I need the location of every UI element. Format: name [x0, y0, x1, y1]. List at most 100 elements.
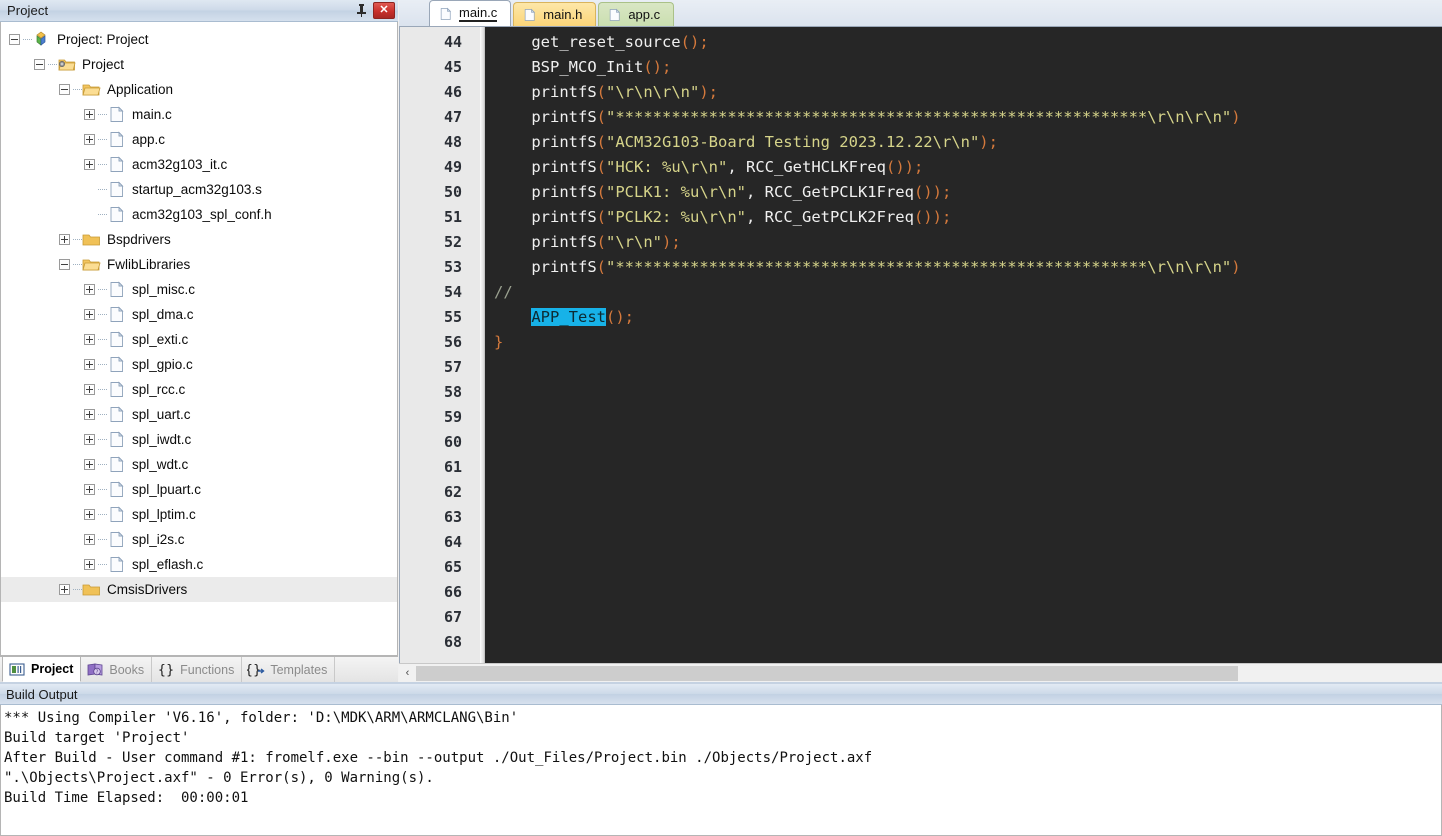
code-line[interactable] [485, 380, 1442, 405]
tree-item[interactable]: Project [1, 52, 397, 77]
tree-item[interactable]: Bspdrivers [1, 227, 397, 252]
collapse-icon[interactable] [59, 259, 70, 270]
code-line[interactable] [485, 405, 1442, 430]
code-line[interactable] [485, 480, 1442, 505]
scroll-left-arrow-icon[interactable]: ‹ [399, 665, 416, 682]
selected-token[interactable]: APP_Test [531, 308, 606, 326]
expand-icon[interactable] [84, 159, 95, 170]
code-view[interactable]: 44 45 46 47 48 49 50 51 52 53 54 55 56 57 58 59 60 61 62 63… [399, 27, 1442, 663]
tree-item[interactable]: app.c [1, 127, 397, 152]
c-file-icon [107, 306, 126, 323]
editor-tab-main-c[interactable]: main.c [429, 0, 512, 26]
expand-icon[interactable] [84, 509, 95, 520]
code-line[interactable]: printfS("\r\n"); [485, 230, 1442, 255]
expand-icon[interactable] [84, 309, 95, 320]
code-text[interactable]: get_reset_source(); BSP_MCO_Init(); prin… [485, 27, 1442, 663]
tree-item[interactable]: FwlibLibraries [1, 252, 397, 277]
expand-icon[interactable] [84, 534, 95, 545]
tree-item[interactable]: main.c [1, 102, 397, 127]
scrollbar-thumb[interactable] [416, 665, 1238, 681]
code-line[interactable]: printfS("\r\n\r\n"); [485, 80, 1442, 105]
scrollbar-track[interactable] [416, 664, 1442, 682]
expand-icon[interactable] [84, 359, 95, 370]
code-line[interactable]: printfS("HCK: %u\r\n", RCC_GetHCLKFreq()… [485, 155, 1442, 180]
tree-item[interactable]: spl_i2s.c [1, 527, 397, 552]
code-line[interactable]: printfS("*******************************… [485, 255, 1442, 280]
pin-icon[interactable] [351, 2, 371, 20]
code-line[interactable] [485, 605, 1442, 630]
ide-window: Project ✕ Project: Project Project Applica… [0, 0, 1442, 836]
editor-horizontal-scrollbar[interactable]: ‹ [399, 663, 1442, 682]
tree-item[interactable]: startup_acm32g103.s [1, 177, 397, 202]
code-line[interactable] [485, 630, 1442, 655]
collapse-icon[interactable] [59, 84, 70, 95]
editor-tab-app-c[interactable]: app.c [598, 2, 675, 26]
code-line[interactable]: APP_Test(); [485, 305, 1442, 330]
code-line[interactable]: get_reset_source(); [485, 30, 1442, 55]
editor-tab-main-h[interactable]: main.h [513, 2, 597, 26]
collapse-icon[interactable] [34, 59, 45, 70]
expand-icon[interactable] [59, 584, 70, 595]
tree-item[interactable]: acm32g103_it.c [1, 152, 397, 177]
expand-icon[interactable] [84, 109, 95, 120]
collapse-icon[interactable] [9, 34, 20, 45]
panel-tab-project[interactable]: Project [2, 656, 82, 682]
panel-tab-functions[interactable]: {} Functions [152, 657, 243, 682]
tree-item[interactable]: spl_wdt.c [1, 452, 397, 477]
build-output-body[interactable]: *** Using Compiler 'V6.16', folder: 'D:\… [0, 705, 1442, 836]
tree-item[interactable]: spl_misc.c [1, 277, 397, 302]
tree-item[interactable]: spl_uart.c [1, 402, 397, 427]
tree-item[interactable]: spl_gpio.c [1, 352, 397, 377]
expand-icon[interactable] [84, 134, 95, 145]
code-line[interactable] [485, 455, 1442, 480]
expand-icon[interactable] [59, 234, 70, 245]
code-token: () [643, 58, 662, 76]
tree-item[interactable]: spl_iwdt.c [1, 427, 397, 452]
code-line[interactable]: BSP_MCO_Init(); [485, 55, 1442, 80]
tree-connector [98, 489, 107, 490]
code-line[interactable]: printfS("PCLK2: %u\r\n", RCC_GetPCLK2Fre… [485, 205, 1442, 230]
expand-icon[interactable] [84, 484, 95, 495]
expand-icon[interactable] [84, 384, 95, 395]
expand-icon[interactable] [84, 434, 95, 445]
tree-item[interactable]: acm32g103_spl_conf.h [1, 202, 397, 227]
line-number: 61 [443, 458, 462, 476]
tree-item[interactable]: spl_eflash.c [1, 552, 397, 577]
code-line[interactable] [485, 530, 1442, 555]
expand-icon[interactable] [84, 409, 95, 420]
code-line[interactable]: // [485, 280, 1442, 305]
code-token: ; [624, 308, 634, 326]
panel-tab-templates[interactable]: {} Templates [242, 657, 336, 682]
expand-icon[interactable] [84, 459, 95, 470]
code-token: "***************************************… [606, 258, 1232, 276]
code-token: , [727, 158, 746, 176]
code-token: "\r\n\r\n" [606, 83, 700, 101]
tree-item[interactable]: CmsisDrivers [1, 577, 397, 602]
close-icon[interactable]: ✕ [373, 2, 395, 19]
code-token: ()); [885, 158, 924, 176]
code-line[interactable] [485, 505, 1442, 530]
tree-item[interactable]: spl_lpuart.c [1, 477, 397, 502]
code-line[interactable]: } [485, 330, 1442, 355]
tree-item[interactable]: spl_lptim.c [1, 502, 397, 527]
expand-icon[interactable] [84, 559, 95, 570]
code-line[interactable]: printfS("*******************************… [485, 105, 1442, 130]
code-line[interactable]: printfS("ACM32G103-Board Testing 2023.12… [485, 130, 1442, 155]
code-line[interactable] [485, 555, 1442, 580]
tree-item[interactable]: spl_exti.c [1, 327, 397, 352]
project-tree[interactable]: Project: Project Project Application main.c… [0, 22, 398, 656]
tree-item[interactable]: spl_rcc.c [1, 377, 397, 402]
code-line[interactable]: printfS("PCLK1: %u\r\n", RCC_GetPCLK1Fre… [485, 180, 1442, 205]
expand-icon[interactable] [84, 284, 95, 295]
tree-item-label: Application [107, 82, 174, 97]
code-line[interactable] [485, 355, 1442, 380]
tree-item[interactable]: spl_dma.c [1, 302, 397, 327]
line-number: 64 [443, 533, 462, 551]
code-line[interactable] [485, 430, 1442, 455]
panel-tab-books[interactable]: ? Books [81, 657, 153, 682]
expand-icon[interactable] [84, 334, 95, 345]
tree-item[interactable]: Project: Project [1, 27, 397, 52]
code-line[interactable] [485, 580, 1442, 605]
tree-item[interactable]: Application [1, 77, 397, 102]
